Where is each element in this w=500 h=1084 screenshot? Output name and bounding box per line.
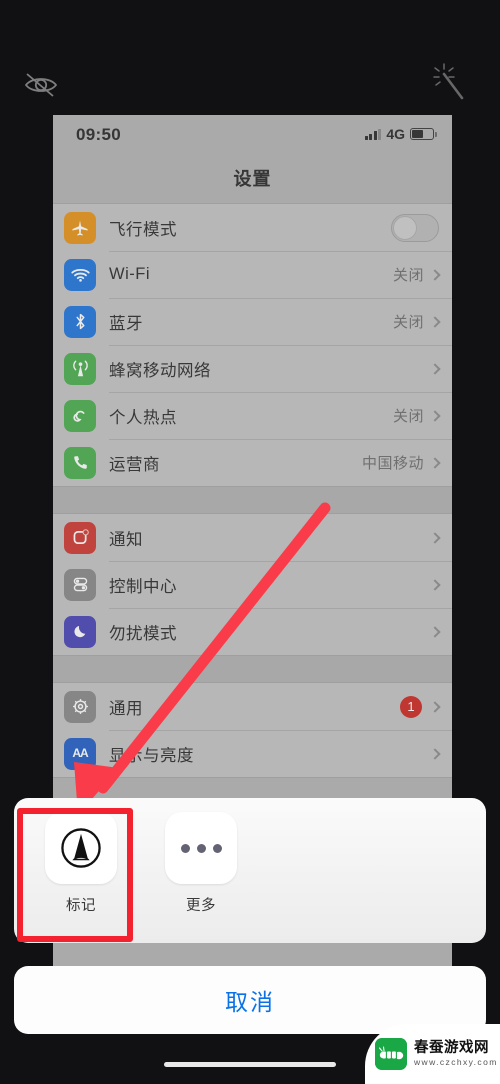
settings-row-do-not-disturb[interactable]: 勿扰模式 <box>53 608 452 655</box>
group-separator <box>53 487 452 513</box>
settings-row-label: 勿扰模式 <box>109 624 177 643</box>
page-title: 设置 <box>233 169 272 189</box>
settings-row-control-center[interactable]: 控制中心 <box>53 561 452 608</box>
gear-icon <box>64 690 96 723</box>
status-bar: 09:50 4G <box>53 115 452 157</box>
settings-row-label: 飞行模式 <box>109 220 177 239</box>
chevron-right-icon <box>429 531 441 544</box>
moon-icon <box>64 615 96 648</box>
settings-row-notifications[interactable]: 通知 <box>53 514 452 561</box>
chevron-right-icon <box>429 268 441 281</box>
status-time: 09:50 <box>76 125 121 144</box>
airplane-icon <box>64 211 96 244</box>
watermark-site-name: 春蚕游戏网 <box>414 1039 489 1056</box>
settings-row-label: 通用 <box>109 699 143 718</box>
share-action-more[interactable]: 更多 <box>156 812 246 915</box>
airplane-mode-toggle[interactable] <box>391 213 439 242</box>
chevron-right-icon <box>429 625 441 638</box>
chevron-right-icon <box>429 409 441 422</box>
settings-row-hotspot[interactable]: 个人热点 关闭 <box>53 392 452 439</box>
home-indicator[interactable] <box>164 1062 336 1067</box>
chevron-right-icon <box>429 747 441 760</box>
battery-icon <box>410 128 437 140</box>
notifications-icon <box>64 521 96 554</box>
settings-row-label: 个人热点 <box>109 408 177 427</box>
magic-wand-icon[interactable] <box>432 62 468 104</box>
settings-group-notifications: 通知 控制中心 勿扰模式 <box>53 513 452 656</box>
watermark-url: www.czchxy.com <box>414 1057 498 1068</box>
share-action-markup[interactable]: 标记 <box>36 812 126 915</box>
settings-row-general[interactable]: 通用 1 <box>53 683 452 730</box>
group-separator <box>53 656 452 682</box>
watermark: 春蚕游戏网 www.czchxy.com <box>365 1024 500 1084</box>
settings-row-value: 中国移动 <box>361 455 424 472</box>
status-badge: 1 <box>400 695 422 718</box>
bluetooth-icon <box>64 305 96 338</box>
wifi-icon <box>64 258 96 291</box>
cellular-icon <box>64 352 96 385</box>
markup-pen-icon[interactable] <box>45 812 117 884</box>
hotspot-icon <box>64 399 96 432</box>
more-dots-icon[interactable] <box>165 812 237 884</box>
chevron-right-icon <box>429 700 441 713</box>
network-type-label: 4G <box>386 126 405 142</box>
watermark-logo-icon <box>375 1038 407 1070</box>
settings-row-label: Wi-Fi <box>109 265 150 283</box>
phone-icon <box>64 446 96 479</box>
settings-row-label: 运营商 <box>109 455 160 474</box>
share-action-label: 标记 <box>66 898 96 914</box>
status-indicators: 4G <box>364 126 437 142</box>
settings-row-label: 控制中心 <box>109 577 177 596</box>
share-actions-row: 标记 更多 <box>14 798 486 915</box>
eye-slash-icon[interactable] <box>22 70 60 100</box>
settings-row-label: 蜂窝移动网络 <box>109 361 211 380</box>
settings-row-airplane-mode[interactable]: 飞行模式 <box>53 204 452 251</box>
share-sheet: 标记 更多 <box>14 798 486 943</box>
settings-row-bluetooth[interactable]: 蓝牙 关闭 <box>53 298 452 345</box>
settings-row-wifi[interactable]: Wi-Fi 关闭 <box>53 251 452 298</box>
settings-row-value: 关闭 <box>392 314 424 331</box>
chevron-right-icon <box>429 362 441 375</box>
settings-row-value: 关闭 <box>392 267 424 284</box>
settings-group-system: 通用 1 AA 显示与亮度 <box>53 682 452 778</box>
display-brightness-icon: AA <box>64 737 96 770</box>
settings-group-connectivity: 飞行模式 Wi-Fi 关闭 蓝牙 关闭 蜂窝移动网络 个人热点 关闭 运营商 中… <box>53 203 452 487</box>
settings-row-label: 蓝牙 <box>109 314 143 333</box>
chevron-right-icon <box>429 315 441 328</box>
settings-row-carrier[interactable]: 运营商 中国移动 <box>53 439 452 486</box>
settings-row-label: 显示与亮度 <box>109 746 194 765</box>
share-action-label: 更多 <box>186 898 216 914</box>
chevron-right-icon <box>429 578 441 591</box>
editor-toolbar <box>0 0 500 115</box>
settings-row-label: 通知 <box>109 530 143 549</box>
settings-row-display-brightness[interactable]: AA 显示与亮度 <box>53 730 452 777</box>
settings-row-value: 关闭 <box>392 408 424 425</box>
screen-root: 09:50 4G 设置 飞行模式 Wi-Fi 关闭 蓝牙 关闭 蜂窝移动网络 个… <box>0 0 500 1084</box>
settings-row-cellular[interactable]: 蜂窝移动网络 <box>53 345 452 392</box>
control-center-icon <box>64 568 96 601</box>
chevron-right-icon <box>429 456 441 469</box>
signal-bars-icon <box>364 128 382 140</box>
